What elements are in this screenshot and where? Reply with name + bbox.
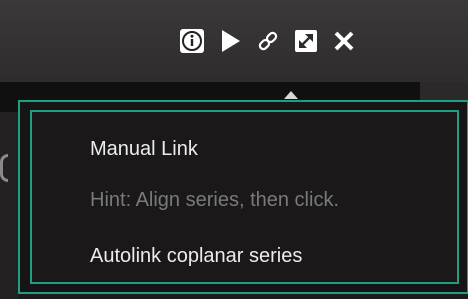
close-icon: [334, 31, 354, 51]
link-options-popup: Manual Link Hint: Align series, then cli…: [18, 100, 468, 294]
autolink-coplanar-item[interactable]: Autolink coplanar series: [90, 245, 302, 268]
popup-pointer: [284, 91, 298, 99]
info-button[interactable]: [178, 27, 206, 55]
close-button[interactable]: [330, 27, 358, 55]
play-icon: [222, 30, 240, 52]
manual-link-item[interactable]: Manual Link: [90, 138, 198, 161]
expand-button[interactable]: [292, 27, 320, 55]
expand-icon: [295, 30, 317, 52]
play-button[interactable]: [216, 27, 244, 55]
link-button[interactable]: [254, 27, 282, 55]
edge-partial-icon: [0, 154, 8, 182]
viewer-toolbar: [178, 26, 368, 56]
info-icon: [180, 29, 204, 53]
hint-text: Hint: Align series, then click.: [90, 189, 339, 211]
link-icon: [258, 31, 278, 51]
viewport-left-edge: [0, 112, 18, 299]
popup-menu: Manual Link Hint: Align series, then cli…: [30, 110, 459, 284]
